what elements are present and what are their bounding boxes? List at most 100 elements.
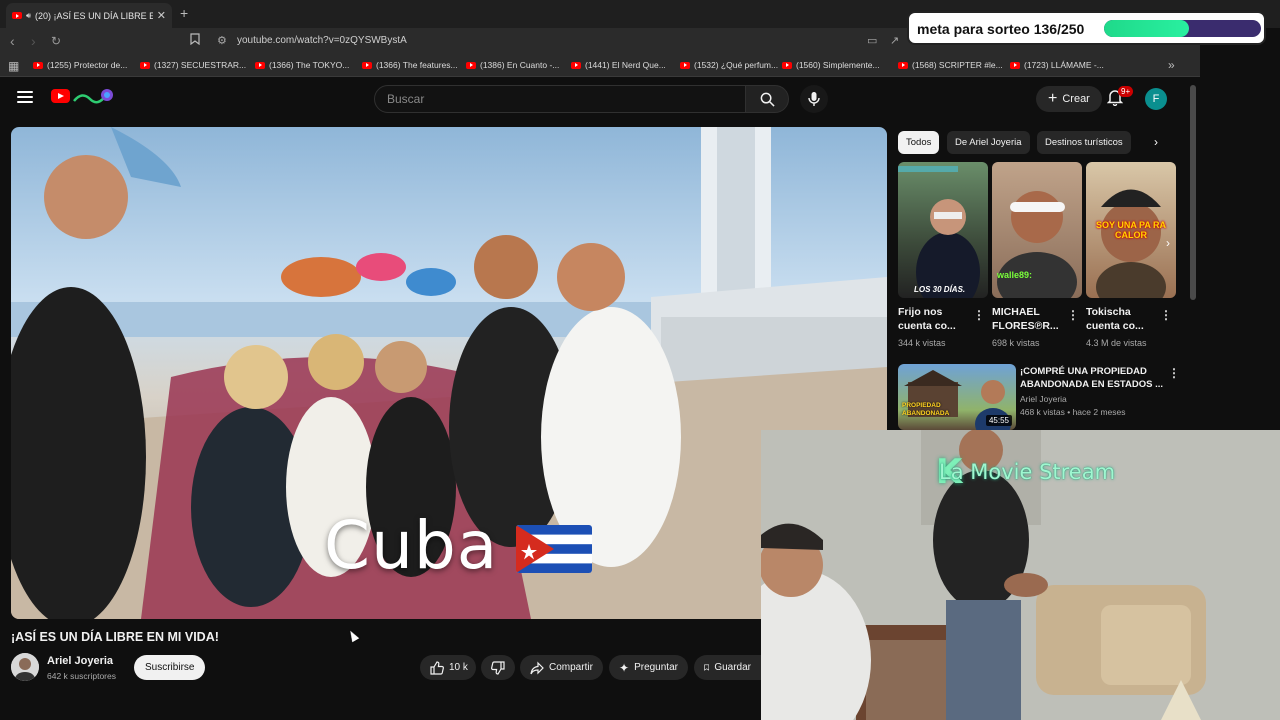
- video-player[interactable]: Cuba: [11, 127, 887, 619]
- screen: 🔊︎ (20) ¡ASÍ ES UN DÍA LIBRE EN ✕ + ‹ › …: [0, 0, 1280, 720]
- short-title[interactable]: Tokischa cuenta co...: [1086, 305, 1144, 333]
- subscriber-count: 642 k suscriptores: [47, 671, 116, 681]
- youtube-logo-icon[interactable]: [51, 89, 70, 103]
- youtube-favicon-icon: [898, 61, 908, 69]
- short-title-line: Tokischa: [1086, 306, 1131, 318]
- bookmark-item[interactable]: (1723) LLÁMAME -...: [1010, 60, 1104, 70]
- url-text[interactable]: youtube.com/watch?v=0zQYSWBystA: [237, 35, 407, 46]
- short-title-line: cuenta co...: [1086, 320, 1144, 332]
- bookmark-icon[interactable]: [190, 33, 200, 48]
- speaker-icon: 🔊︎: [26, 10, 32, 20]
- bookmark-label: (1366) The features...: [376, 60, 458, 70]
- short-thumbnail[interactable]: LOS 30 DÍAS.: [898, 162, 988, 298]
- chip-all[interactable]: Todos: [898, 131, 940, 154]
- more-bookmarks-icon[interactable]: »: [1168, 58, 1175, 72]
- close-tab-icon[interactable]: ✕: [157, 9, 166, 22]
- share-icon: [530, 661, 544, 674]
- short-views: 698 k vistas: [992, 338, 1040, 348]
- short-views: 4.3 M de vistas: [1086, 338, 1147, 348]
- user-avatar[interactable]: F: [1145, 88, 1167, 110]
- more-options-icon[interactable]: ⋮: [973, 308, 985, 322]
- chip-channel[interactable]: De Ariel Joyeria: [947, 131, 1030, 154]
- bookmark-label: (1386) En Cuanto -...: [480, 60, 560, 70]
- bookmark-item[interactable]: (1366) The TOKYO...: [255, 60, 349, 70]
- short-views: 344 k vistas: [898, 338, 946, 348]
- youtube-header: Buscar + Crear 9+ F: [0, 77, 1200, 121]
- ask-button[interactable]: ✦ Preguntar: [609, 655, 688, 680]
- bookmark-item[interactable]: (1327) SECUESTRAR...: [140, 60, 246, 70]
- short-title[interactable]: Frijo nos cuenta co...: [898, 305, 956, 333]
- create-button[interactable]: + Crear: [1036, 86, 1102, 112]
- save-icon: [704, 664, 710, 671]
- back-icon[interactable]: ‹: [10, 33, 15, 49]
- youtube-favicon-icon: [571, 61, 581, 69]
- voice-search-button[interactable]: [800, 85, 828, 113]
- share-page-icon[interactable]: ↗: [890, 34, 899, 47]
- thumbs-up-icon: [430, 660, 444, 675]
- short-overlay-text: walle89:: [997, 270, 1033, 280]
- recommended-channel[interactable]: Ariel Joyeria: [1020, 394, 1067, 404]
- microphone-icon: [808, 92, 820, 106]
- scrollbar-thumb[interactable]: [1190, 85, 1196, 300]
- short-title-line: cuenta co...: [898, 320, 956, 332]
- subscribe-button[interactable]: Suscribirse: [134, 655, 206, 680]
- bookmark-label: (1532) ¿Qué perfum...: [694, 60, 779, 70]
- search-input[interactable]: Buscar: [374, 85, 746, 113]
- short-title[interactable]: MICHAEL FLORES℗R...: [992, 305, 1059, 333]
- tab-title: (20) ¡ASÍ ES UN DÍA LIBRE EN: [35, 10, 153, 21]
- goal-progress-bar: [1104, 20, 1261, 37]
- channel-avatar[interactable]: [11, 653, 39, 681]
- bookmark-item[interactable]: (1560) Simplemente...: [782, 60, 880, 70]
- cast-icon[interactable]: ▭: [867, 34, 877, 47]
- plus-icon: +: [1048, 90, 1058, 107]
- more-options-icon[interactable]: ⋮: [1067, 308, 1079, 322]
- new-tab-button[interactable]: +: [180, 5, 188, 21]
- short-thumbnail[interactable]: SOY UNA PA RA CALOR: [1086, 162, 1176, 298]
- filter-chips: Todos De Ariel Joyeria Destinos turístic…: [898, 131, 1178, 155]
- search-icon: [760, 92, 775, 107]
- create-label: Crear: [1062, 93, 1090, 105]
- youtube-favicon-icon: [680, 61, 690, 69]
- save-label: Guardar: [714, 662, 751, 673]
- more-options-icon[interactable]: ⋮: [1160, 308, 1172, 322]
- site-info-icon[interactable]: ⚙︎: [217, 34, 227, 47]
- bookmark-label: (1255) Protector de...: [47, 60, 128, 70]
- donation-goal-widget: meta para sorteo 136/250: [907, 11, 1266, 45]
- recommended-title[interactable]: ¡COMPRÉ UNA PROPIEDAD ABANDONADA EN ESTA…: [1020, 365, 1165, 391]
- bookmark-item[interactable]: (1568) SCRIPTER #le...: [898, 60, 1003, 70]
- apps-grid-icon[interactable]: ▦: [8, 59, 19, 73]
- forward-icon[interactable]: ›: [31, 33, 36, 49]
- bookmark-item[interactable]: (1366) The features...: [362, 60, 458, 70]
- bookmark-label: (1560) Simplemente...: [796, 60, 880, 70]
- more-options-icon[interactable]: ⋮: [1168, 366, 1180, 380]
- youtube-favicon-icon: [466, 61, 476, 69]
- recommended-thumbnail[interactable]: PROPIEDAD ABANDONADA 45:55: [898, 364, 1016, 430]
- bookmark-item[interactable]: (1441) El Nerd Que...: [571, 60, 666, 70]
- youtube-favicon-icon: [33, 61, 43, 69]
- youtube-favicon-icon: [362, 61, 372, 69]
- save-button[interactable]: Guardar: [694, 655, 761, 680]
- video-overlay-text: Cuba: [324, 507, 499, 584]
- browser-tab[interactable]: 🔊︎ (20) ¡ASÍ ES UN DÍA LIBRE EN ✕: [6, 3, 172, 28]
- bookmark-item[interactable]: (1532) ¿Qué perfum...: [680, 60, 778, 70]
- bookmark-label: (1568) SCRIPTER #le...: [912, 60, 1003, 70]
- cuba-flag-icon: [516, 525, 592, 573]
- goal-progress-fill: [1104, 20, 1190, 37]
- youtube-favicon-icon: [255, 61, 265, 69]
- video-meta: ¡ASÍ ES UN DÍA LIBRE EN MI VIDA! Ariel J…: [11, 628, 761, 688]
- search-button[interactable]: [745, 85, 789, 113]
- dislike-button[interactable]: [481, 655, 515, 680]
- channel-name[interactable]: Ariel Joyeria: [47, 655, 113, 667]
- share-button[interactable]: Compartir: [520, 655, 603, 680]
- short-thumbnail[interactable]: walle89:: [992, 162, 1082, 298]
- chevron-right-icon[interactable]: ›: [1166, 236, 1170, 250]
- like-button[interactable]: 10 k: [420, 655, 476, 680]
- reload-icon[interactable]: ↻: [51, 34, 61, 48]
- webcam-overlay: K La Movie Stream: [761, 430, 1280, 720]
- bookmark-item[interactable]: (1386) En Cuanto -...: [466, 60, 559, 70]
- chip-destinations[interactable]: Destinos turísticos: [1037, 131, 1131, 154]
- hamburger-menu-icon[interactable]: [17, 91, 33, 103]
- chevron-right-icon[interactable]: ›: [1154, 135, 1158, 149]
- bookmark-item[interactable]: (1255) Protector de...: [33, 60, 127, 70]
- thumbs-down-icon: [491, 660, 505, 675]
